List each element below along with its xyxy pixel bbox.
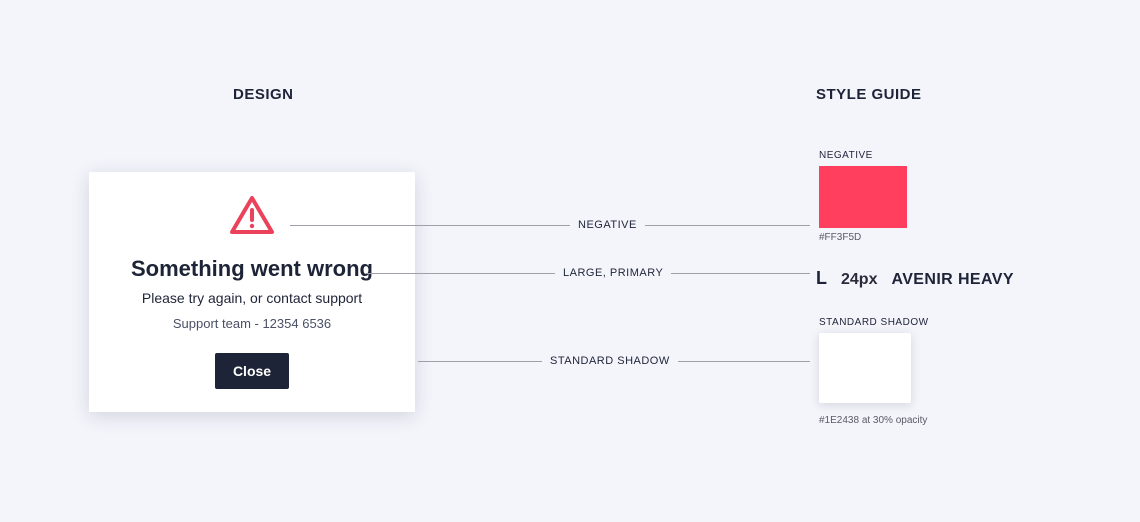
style-guide-section-title: STYLE GUIDE [816, 86, 922, 103]
error-dialog-card: Something went wrong Please try again, o… [89, 172, 415, 412]
color-swatch-negative-group: NEGATIVE #FF3F5D [819, 150, 907, 243]
color-swatch-label: NEGATIVE [819, 150, 907, 161]
annotation-label-icon: NEGATIVE [570, 219, 645, 231]
type-size-value: 24px [841, 271, 877, 289]
shadow-swatch [819, 333, 911, 403]
shadow-spec-text: #1E2438 at 30% opacity [819, 415, 929, 426]
shadow-swatch-group: STANDARD SHADOW #1E2438 at 30% opacity [819, 317, 929, 426]
annotation-label-shadow: STANDARD SHADOW [542, 355, 678, 367]
color-swatch-hex: #FF3F5D [819, 232, 907, 243]
type-size-token: L [816, 268, 827, 289]
design-section-title: DESIGN [233, 86, 294, 103]
dialog-heading: Something went wrong [131, 256, 373, 282]
warning-triangle-icon [228, 192, 276, 240]
close-button[interactable]: Close [215, 353, 289, 389]
color-swatch-negative [819, 166, 907, 228]
annotation-line-icon [290, 225, 810, 226]
dialog-support-text: Support team - 12354 6536 [173, 316, 331, 331]
shadow-swatch-label: STANDARD SHADOW [819, 317, 929, 328]
typography-spec-row: L 24px AVENIR HEAVY [816, 268, 1014, 289]
annotation-label-heading: LARGE, PRIMARY [555, 267, 671, 279]
type-font-name: AVENIR HEAVY [891, 271, 1013, 289]
dialog-subtext: Please try again, or contact support [142, 290, 362, 306]
